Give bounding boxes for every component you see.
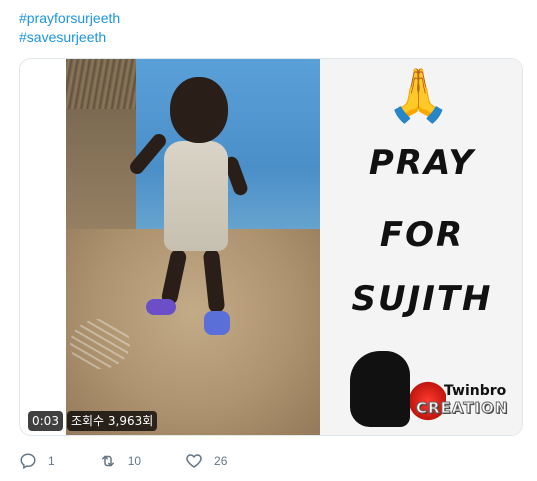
logo-name: Twinbro [444,383,507,399]
retweet-icon [101,455,114,467]
tweet-hashtags: #prayforsurjeeth #savesurjeeth [19,9,120,47]
hashtag-link[interactable]: #prayforsurjeeth [19,9,120,28]
child-shoe [146,299,176,315]
video-overlay-badges: 0:03 조회수 3,963회 [28,411,158,431]
retweet-count: 10 [127,454,142,468]
video-frame-text: 🙏 PRAY FOR SUJITH Twinbro CREATION [320,59,522,435]
overlay-text-line: FOR [379,215,465,255]
overlay-text-line: SUJITH [351,279,493,319]
retweet-button[interactable]: 10 [99,452,141,470]
tweet-actions: 1 10 26 [19,450,271,472]
overlay-text-line: PRAY [368,143,476,183]
ground-marks [70,319,130,369]
twinbro-creation-logo: Twinbro CREATION [350,351,522,431]
video-time-badge: 0:03 [28,411,63,431]
video-views-badge: 조회수 3,963회 [66,411,158,431]
pray-hands-icon: 🙏 [386,66,451,126]
video-frame-child [66,59,320,435]
reply-button[interactable]: 1 [19,452,55,470]
child-body [164,141,228,251]
video-media-card[interactable]: 🙏 PRAY FOR SUJITH Twinbro CREATION 0:03 … [19,58,523,436]
logo-subtitle: CREATION [415,399,509,418]
child-shoe [204,311,230,335]
child-head [170,77,228,143]
like-button[interactable]: 26 [185,452,227,470]
like-count: 26 [214,454,228,468]
heart-icon [186,454,202,468]
logo-figure-icon [350,351,410,427]
hashtag-link[interactable]: #savesurjeeth [19,28,120,47]
reply-icon [20,453,36,470]
reply-count: 1 [48,454,55,468]
